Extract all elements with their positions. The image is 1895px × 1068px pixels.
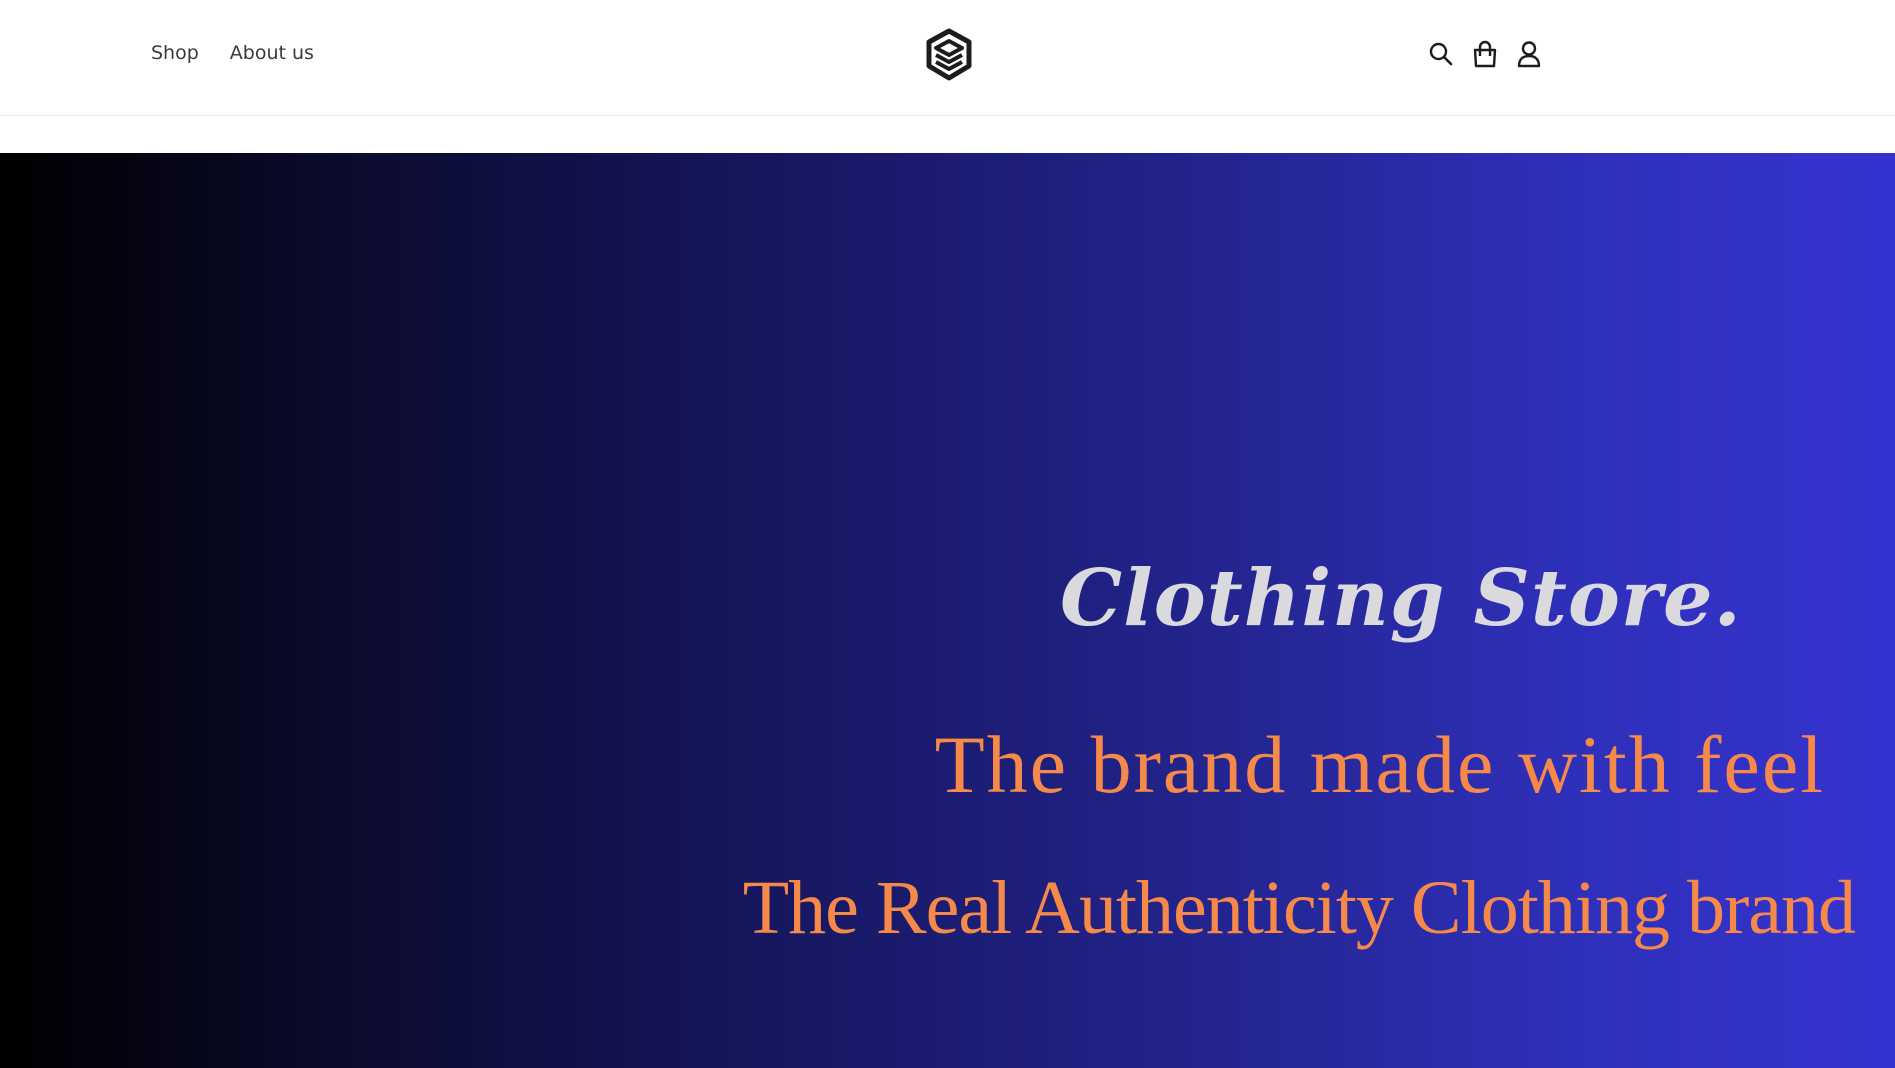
header-spacer (0, 116, 1895, 153)
nav-about-us-link[interactable]: About us (230, 42, 314, 64)
hero-tagline: The brand made with feel (934, 719, 1825, 810)
search-icon[interactable] (1427, 40, 1455, 68)
site-header: Shop About us (0, 0, 1895, 116)
hero-subtagline: The Real Authenticity Clothing brand (742, 866, 1856, 950)
main-nav: Shop About us (151, 42, 314, 64)
nav-shop-link[interactable]: Shop (151, 42, 199, 64)
user-icon[interactable] (1515, 40, 1543, 68)
hero-title: Clothing Store. (1060, 553, 1742, 644)
header-actions (1427, 40, 1543, 68)
stacked-layers-logo-icon[interactable] (924, 28, 974, 82)
shopping-bag-icon[interactable] (1471, 40, 1499, 68)
hero-banner: Clothing Store. The brand made with feel… (0, 153, 1895, 1068)
